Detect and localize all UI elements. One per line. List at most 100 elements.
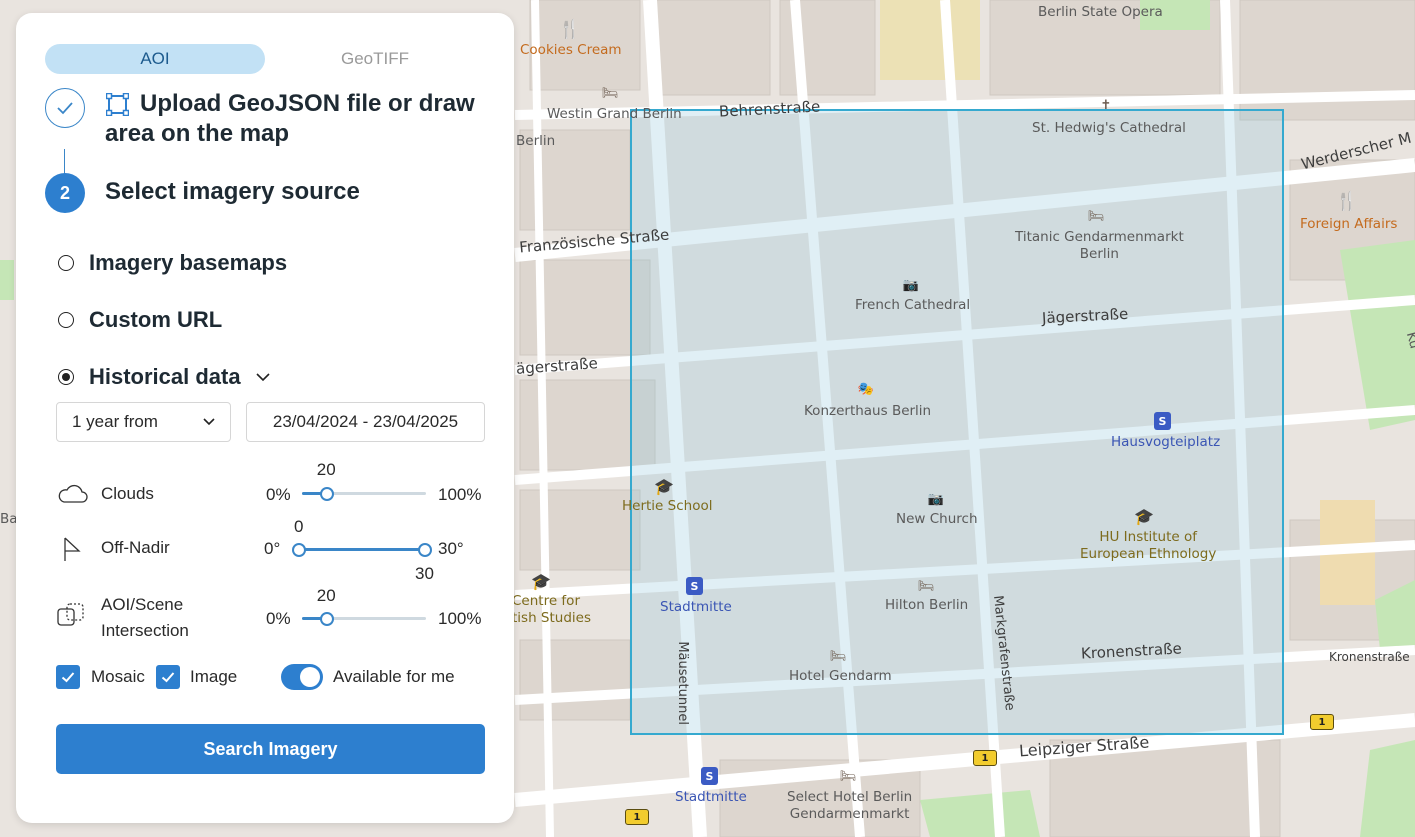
map-label-centre-line1: Centre for: [512, 593, 580, 609]
clouds-max: 100%: [438, 485, 482, 504]
train-station-icon[interactable]: S: [1154, 412, 1171, 430]
available-for-me-label[interactable]: Available for me: [333, 667, 455, 687]
map-label-french-cathedral[interactable]: French Cathedral: [855, 297, 970, 314]
hotel-icon[interactable]: 🛏: [916, 577, 936, 595]
intersection-label-line2: Intersection: [101, 621, 189, 640]
imagery-search-panel: AOI GeoTIFF Upload GeoJSON file or draw …: [16, 13, 514, 823]
route-badge: 1: [625, 809, 649, 825]
map-label-konzerthaus[interactable]: Konzerthaus Berlin: [804, 403, 931, 420]
map-label-hotel-gendarm[interactable]: Hotel Gendarm: [789, 668, 892, 685]
map-label-hu-line2: European Ethnology: [1080, 545, 1217, 562]
step2-badge: 2: [45, 173, 85, 213]
image-checkbox[interactable]: [156, 665, 180, 689]
date-range-input[interactable]: 23/04/2024 - 23/04/2025: [246, 402, 485, 442]
intersection-max: 100%: [438, 609, 482, 628]
train-station-icon[interactable]: S: [686, 577, 703, 595]
toggle-knob: [300, 667, 320, 687]
map-label-hertie[interactable]: Hertie School: [622, 498, 712, 515]
checkmark-icon: [57, 102, 73, 115]
map-label-hu-institute[interactable]: HU Institute of European Ethnology: [1080, 529, 1216, 563]
source-option-label: Custom URL: [89, 307, 223, 332]
period-select-value: 1 year from: [72, 412, 158, 431]
clouds-min: 0%: [266, 485, 291, 504]
intersection-label-line1: AOI/Scene: [101, 595, 184, 614]
off-nadir-min: 0°: [264, 539, 281, 558]
off-nadir-icon: [64, 537, 81, 561]
map-label-cookies-cream[interactable]: Cookies Cream: [520, 42, 622, 59]
intersection-slider-thumb[interactable]: [319, 612, 334, 626]
available-for-me-toggle[interactable]: [281, 664, 323, 690]
radio-button-selected[interactable]: [58, 369, 74, 385]
search-imagery-button[interactable]: Search Imagery: [56, 724, 485, 774]
source-option-basemaps[interactable]: Imagery basemaps: [58, 250, 287, 276]
map-label-berlin-edge: Berlin: [516, 133, 556, 149]
map-label-st-hedwig[interactable]: St. Hedwig's Cathedral: [1032, 120, 1186, 137]
map-label-select-line1: Select Hotel Berlin: [787, 789, 913, 805]
off-nadir-high-value: 30: [415, 564, 434, 583]
route-badge: 1: [973, 750, 997, 766]
hotel-icon[interactable]: 🛏: [1086, 207, 1106, 225]
hotel-icon[interactable]: 🛏: [600, 84, 620, 102]
map-label-centre-line2: tish Studies: [512, 609, 592, 626]
source-option-label: Imagery basemaps: [89, 250, 288, 275]
school-icon[interactable]: 🎓: [654, 477, 674, 496]
chevron-down-icon[interactable]: [255, 369, 271, 385]
map-label-hilton[interactable]: Hilton Berlin: [885, 597, 968, 614]
map-label-kronenstrasse-right: Kronenstraße: [1329, 650, 1410, 664]
mosaic-label[interactable]: Mosaic: [91, 667, 145, 687]
map-label-berlin-state-opera[interactable]: Berlin State Opera: [1038, 4, 1163, 21]
mode-tabs: AOI GeoTIFF: [45, 44, 485, 74]
route-badge: 1: [1310, 714, 1334, 730]
mosaic-checkbox[interactable]: [56, 665, 80, 689]
source-option-custom-url[interactable]: Custom URL: [58, 307, 222, 333]
clouds-slider-thumb[interactable]: [319, 487, 334, 501]
hotel-icon[interactable]: 🛏: [838, 767, 858, 785]
camera-icon[interactable]: 📷: [926, 490, 946, 508]
clouds-value: 20: [316, 460, 336, 479]
image-label[interactable]: Image: [190, 667, 237, 687]
restaurant-icon[interactable]: 🍴: [1336, 191, 1358, 212]
off-nadir-slider-fill: [299, 548, 425, 551]
off-nadir-label: Off-Nadir: [101, 538, 170, 557]
map-label-select-line2: Gendarmenmarkt: [789, 805, 910, 822]
clouds-label: Clouds: [101, 484, 154, 503]
hotel-icon[interactable]: 🛏: [828, 647, 848, 665]
radio-button[interactable]: [58, 312, 74, 328]
intersection-value: 20: [316, 586, 336, 605]
map-label-stadtmitte[interactable]: Stadtmitte: [660, 599, 732, 616]
church-icon[interactable]: ✝: [1096, 96, 1116, 114]
step2-title: Select imagery source: [105, 178, 360, 205]
school-icon[interactable]: 🎓: [1134, 507, 1154, 526]
tab-geotiff[interactable]: GeoTIFF: [265, 44, 485, 74]
intersection-label: AOI/Scene Intersection: [101, 592, 189, 644]
period-select[interactable]: 1 year from: [56, 402, 231, 442]
intersection-icon: [57, 603, 84, 626]
off-nadir-low-value: 0: [294, 517, 304, 536]
map-label-hausvogteiplatz[interactable]: Hausvogteiplatz: [1111, 434, 1220, 451]
map-label-centre[interactable]: Centre for tish Studies: [512, 593, 591, 627]
school-icon[interactable]: 🎓: [531, 572, 551, 591]
map-label-new-church[interactable]: New Church: [896, 511, 978, 528]
map-label-hu-line1: HU Institute of: [1099, 529, 1198, 545]
checkmark-icon: [161, 672, 175, 683]
source-option-historical[interactable]: Historical data: [58, 364, 271, 390]
off-nadir-max: 30°: [438, 539, 464, 558]
intersection-min: 0%: [266, 609, 291, 628]
radio-button[interactable]: [58, 255, 74, 271]
theatre-icon[interactable]: 🎭: [856, 380, 876, 398]
map-label-stadtmitte-2[interactable]: Stadtmitte: [675, 789, 747, 806]
tab-aoi[interactable]: AOI: [45, 44, 265, 74]
chevron-down-icon: [203, 418, 215, 426]
step1-title[interactable]: Upload GeoJSON file or draw area on the …: [105, 89, 505, 149]
train-station-icon[interactable]: S: [701, 767, 718, 785]
camera-icon[interactable]: 📷: [901, 276, 921, 294]
map-label-select-hotel[interactable]: Select Hotel Berlin Gendarmenmarkt: [787, 789, 912, 823]
map-label-foreign-affairs[interactable]: Foreign Affairs: [1300, 216, 1397, 233]
restaurant-icon[interactable]: 🍴: [559, 19, 581, 40]
aoi-polygon[interactable]: [630, 109, 1284, 735]
map-label-titanic[interactable]: Titanic Gendarmenmarkt Berlin: [1015, 229, 1184, 263]
off-nadir-max-thumb[interactable]: [418, 543, 432, 557]
map-label-westin[interactable]: Westin Grand Berlin: [547, 106, 682, 123]
off-nadir-min-thumb[interactable]: [292, 543, 306, 557]
map-label-titanic-line2: Berlin: [1079, 245, 1119, 262]
